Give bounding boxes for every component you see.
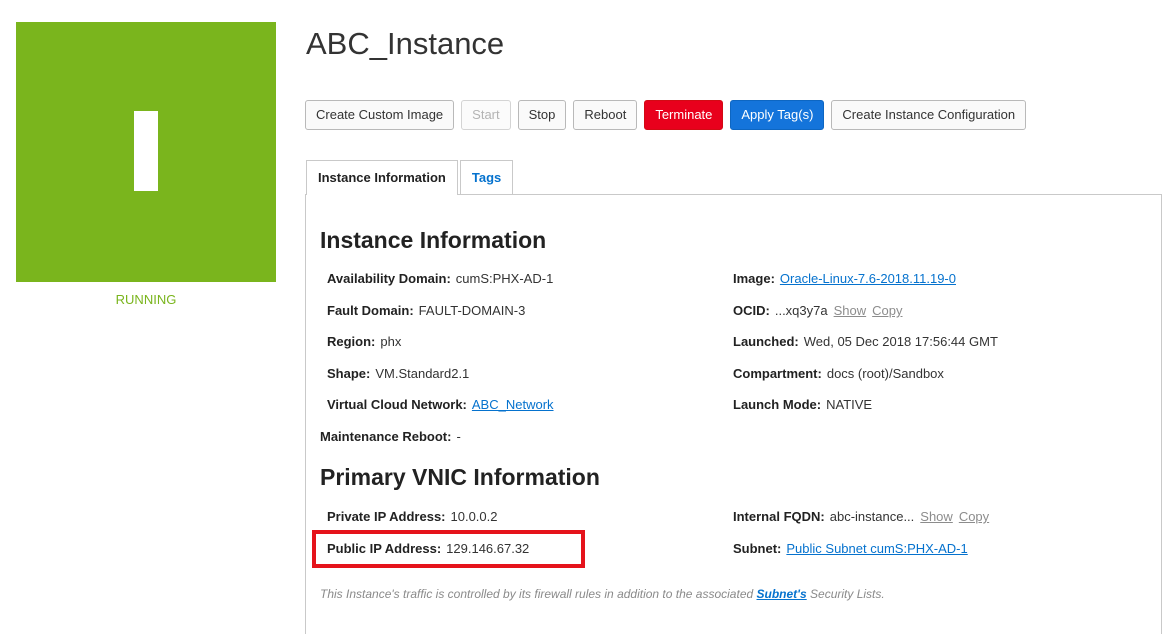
- region-label: Region:: [327, 334, 376, 349]
- create-instance-configuration-button[interactable]: Create Instance Configuration: [831, 100, 1027, 130]
- compartment-label: Compartment:: [733, 366, 822, 381]
- vnic-information-heading: Primary VNIC Information: [320, 464, 600, 490]
- shape-value: VM.Standard2.1: [375, 366, 470, 381]
- private-ip-value: 10.0.0.2: [450, 509, 498, 524]
- instance-state-label: RUNNING: [115, 292, 177, 307]
- instance-status-tile: [16, 22, 276, 282]
- instance-information-heading: Instance Information: [320, 227, 547, 253]
- create-custom-image-button[interactable]: Create Custom Image: [305, 100, 455, 130]
- ocid-show-link[interactable]: Show: [834, 303, 867, 318]
- ocid-row: OCID: ...xq3y7a Show Copy: [733, 303, 903, 318]
- vcn-row: Virtual Cloud Network: ABC_Network: [327, 397, 554, 412]
- image-label: Image:: [733, 271, 775, 286]
- subnet-row: Subnet: Public Subnet cumS:PHX-AD-1: [733, 541, 968, 556]
- launched-label: Launched:: [733, 334, 799, 349]
- availability-domain-value: cumS:PHX-AD-1: [455, 271, 554, 286]
- apply-tags-button[interactable]: Apply Tag(s): [730, 100, 825, 130]
- launched-row: Launched: Wed, 05 Dec 2018 17:56:44 GMT: [733, 334, 998, 349]
- firewall-footnote: This Instance's traffic is controlled by…: [320, 587, 885, 601]
- maintenance-reboot-row: Maintenance Reboot: -: [320, 429, 461, 444]
- launch-mode-value: NATIVE: [826, 397, 873, 412]
- fqdn-show-link[interactable]: Show: [920, 509, 953, 524]
- tab-panel: [305, 194, 1162, 634]
- maintenance-reboot-label: Maintenance Reboot:: [320, 429, 452, 444]
- stop-button[interactable]: Stop: [517, 100, 567, 130]
- image-link[interactable]: Oracle-Linux-7.6-2018.11.19-0: [780, 271, 956, 286]
- action-toolbar: Create Custom Image Start Stop Reboot Te…: [305, 100, 1027, 130]
- internal-fqdn-row: Internal FQDN: abc-instance... Show Copy: [733, 509, 989, 524]
- fault-domain-row: Fault Domain: FAULT-DOMAIN-3: [327, 303, 525, 318]
- image-row: Image: Oracle-Linux-7.6-2018.11.19-0: [733, 271, 956, 286]
- region-value: phx: [380, 334, 402, 349]
- ocid-value: ...xq3y7a: [774, 303, 828, 318]
- footnote-text-before: This Instance's traffic is controlled by…: [320, 587, 757, 601]
- shape-label: Shape:: [327, 366, 371, 381]
- instance-letter-icon: [134, 111, 158, 191]
- ocid-label: OCID:: [733, 303, 770, 318]
- launched-value: Wed, 05 Dec 2018 17:56:44 GMT: [803, 334, 998, 349]
- tab-instance-information[interactable]: Instance Information: [306, 160, 458, 195]
- availability-domain-label: Availability Domain:: [327, 271, 451, 286]
- reboot-button[interactable]: Reboot: [573, 100, 638, 130]
- compartment-value: docs (root)/Sandbox: [826, 366, 944, 381]
- private-ip-row: Private IP Address: 10.0.0.2: [327, 509, 498, 524]
- instance-details-page: RUNNING ABC_Instance Create Custom Image…: [0, 0, 1166, 634]
- tab-tags[interactable]: Tags: [459, 160, 514, 194]
- fqdn-copy-link[interactable]: Copy: [959, 509, 989, 524]
- internal-fqdn-value: abc-instance...: [829, 509, 915, 524]
- shape-row: Shape: VM.Standard2.1: [327, 366, 469, 381]
- public-ip-highlight-box: [312, 530, 585, 568]
- private-ip-label: Private IP Address:: [327, 509, 446, 524]
- launch-mode-label: Launch Mode:: [733, 397, 822, 412]
- subnet-label: Subnet:: [733, 541, 782, 556]
- fault-domain-label: Fault Domain:: [327, 303, 414, 318]
- footnote-subnet-link[interactable]: Subnet's: [757, 587, 807, 601]
- ocid-copy-link[interactable]: Copy: [872, 303, 902, 318]
- fault-domain-value: FAULT-DOMAIN-3: [418, 303, 526, 318]
- terminate-button[interactable]: Terminate: [644, 100, 724, 130]
- compartment-row: Compartment: docs (root)/Sandbox: [733, 366, 944, 381]
- availability-domain-row: Availability Domain: cumS:PHX-AD-1: [327, 271, 553, 286]
- subnet-link[interactable]: Public Subnet cumS:PHX-AD-1: [786, 541, 967, 556]
- maintenance-reboot-value: -: [456, 429, 461, 444]
- page-title: ABC_Instance: [306, 26, 505, 61]
- vcn-label: Virtual Cloud Network:: [327, 397, 467, 412]
- launch-mode-row: Launch Mode: NATIVE: [733, 397, 872, 412]
- region-row: Region: phx: [327, 334, 401, 349]
- tab-bar: Instance Information Tags: [306, 160, 514, 195]
- vcn-link[interactable]: ABC_Network: [472, 397, 554, 412]
- internal-fqdn-label: Internal FQDN:: [733, 509, 825, 524]
- footnote-text-after: Security Lists.: [806, 587, 885, 601]
- start-button[interactable]: Start: [461, 100, 511, 130]
